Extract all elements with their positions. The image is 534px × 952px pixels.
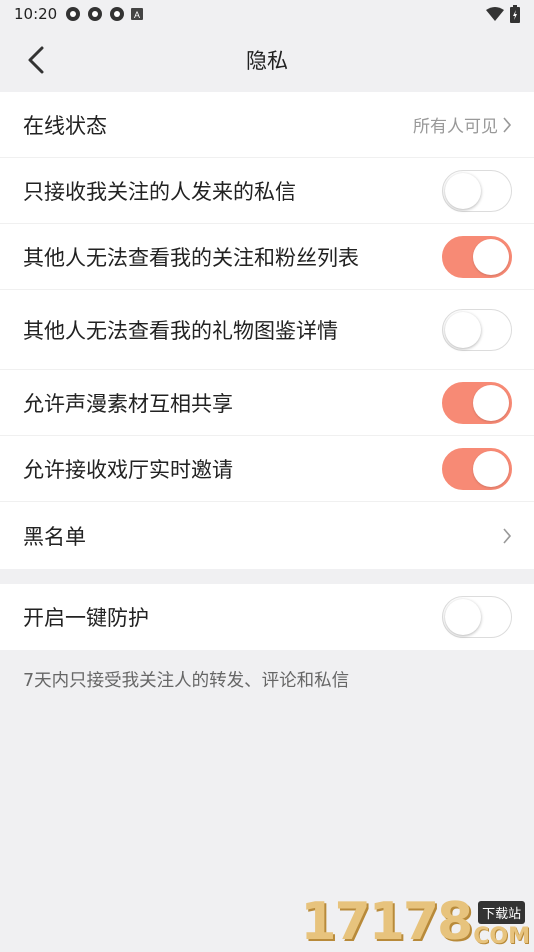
row-label: 只接收我关注的人发来的私信	[23, 179, 296, 204]
hide-gift-book-toggle[interactable]	[442, 308, 512, 351]
toggle-knob	[473, 238, 509, 275]
status-bar: 10:20 A	[0, 0, 534, 28]
row-blacklist[interactable]: 黑名单	[0, 502, 534, 569]
one-click-protect-toggle[interactable]	[442, 596, 512, 638]
svg-text:A: A	[134, 10, 140, 20]
row-online-status[interactable]: 在线状态 所有人可见	[0, 92, 534, 158]
protection-settings-group: 开启一键防护	[0, 584, 534, 650]
status-time: 10:20	[14, 5, 58, 23]
toggle-knob	[473, 450, 509, 487]
row-label: 其他人无法查看我的关注和粉丝列表	[23, 245, 359, 270]
share-assets-toggle[interactable]	[442, 381, 512, 424]
battery-charging-icon	[510, 5, 520, 23]
chevron-left-icon	[28, 46, 44, 74]
row-share-assets: 允许声漫素材互相共享	[0, 370, 534, 436]
row-label: 黑名单	[23, 524, 86, 549]
chevron-right-icon	[503, 527, 512, 544]
toggle-knob	[445, 599, 481, 635]
watermark-number: 17178	[300, 892, 473, 952]
watermark-domain: COM	[473, 924, 530, 949]
row-label: 其他人无法查看我的礼物图鉴详情	[23, 318, 338, 343]
row-one-click-protect: 开启一键防护	[0, 584, 534, 650]
toggle-knob	[473, 384, 509, 421]
accept-invite-toggle[interactable]	[442, 447, 512, 490]
row-label: 开启一键防护	[23, 606, 149, 630]
nav-bar: 隐私	[0, 28, 534, 92]
watermark-logo: 17178 下载站 COM	[300, 888, 530, 948]
hide-follow-list-toggle[interactable]	[442, 235, 512, 278]
row-hide-follow-list: 其他人无法查看我的关注和粉丝列表	[0, 224, 534, 290]
protect-footnote: 7天内只接受我关注人的转发、评论和私信	[23, 671, 350, 691]
row-only-follow-dm: 只接收我关注的人发来的私信	[0, 158, 534, 224]
row-label: 允许接收戏厅实时邀请	[23, 457, 233, 482]
sync-icon	[66, 7, 81, 21]
watermark-tag: 下载站	[478, 901, 526, 924]
privacy-settings-group: 在线状态 所有人可见 只接收我关注的人发来的私信 其他人无法查看我的关注和粉丝列…	[0, 92, 534, 569]
chevron-right-icon	[503, 116, 512, 133]
row-accept-invite: 允许接收戏厅实时邀请	[0, 436, 534, 502]
toggle-knob	[445, 172, 481, 209]
sync-icon	[88, 7, 103, 21]
wifi-icon	[486, 7, 504, 21]
row-label: 在线状态	[23, 113, 107, 138]
row-hide-gift-book: 其他人无法查看我的礼物图鉴详情	[0, 290, 534, 370]
row-label: 允许声漫素材互相共享	[23, 391, 233, 416]
sync-icon	[110, 7, 125, 21]
back-button[interactable]	[18, 42, 54, 78]
page-title: 隐私	[246, 49, 288, 73]
a-box-icon: A	[131, 8, 144, 20]
toggle-knob	[445, 311, 481, 348]
only-follow-dm-toggle[interactable]	[442, 169, 512, 212]
online-status-value: 所有人可见	[413, 117, 498, 137]
